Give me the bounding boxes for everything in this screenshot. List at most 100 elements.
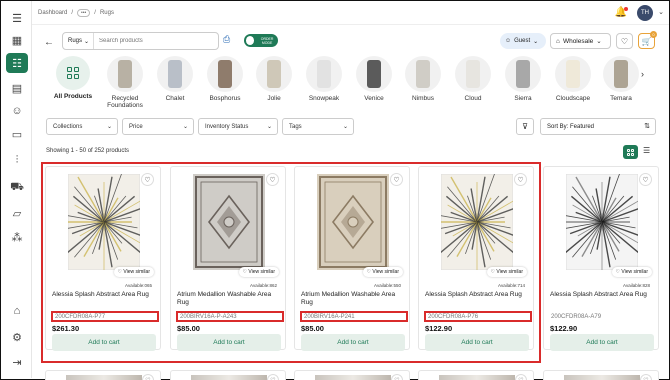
- product-image[interactable]: [305, 173, 401, 271]
- filter-label: Tags: [289, 123, 302, 130]
- view-similar-button[interactable]: ♡ View similar: [486, 267, 527, 277]
- category-cloud[interactable]: Cloud: [448, 56, 498, 102]
- view-similar-button[interactable]: ♡ View similar: [362, 267, 403, 277]
- heart-icon[interactable]: ♡: [142, 374, 154, 380]
- toggle-knob: [246, 36, 255, 45]
- tags-filter[interactable]: Tags ⌄: [282, 118, 354, 135]
- category-all-products[interactable]: All Products: [48, 56, 98, 100]
- product-image[interactable]: [429, 173, 525, 271]
- heart-icon[interactable]: ♡: [391, 374, 403, 380]
- view-similar-label: View similar: [621, 269, 648, 275]
- heart-icon[interactable]: ♡: [640, 374, 652, 380]
- settings-sliders-icon[interactable]: ⫶: [8, 151, 26, 169]
- chevron-down-icon: ⌄: [596, 38, 602, 45]
- category-chalet[interactable]: Chalet: [150, 56, 200, 102]
- category-venice[interactable]: Venice: [349, 56, 399, 102]
- product-sku: 200BIRV16A-P241: [300, 311, 408, 322]
- inventory-status-filter[interactable]: Inventory Status ⌄: [198, 118, 278, 135]
- product-title[interactable]: Alessia Splash Abstract Area Rug: [52, 291, 158, 299]
- rug-roll-thumbnail: [516, 60, 530, 88]
- category-jolie[interactable]: Jolie: [249, 56, 299, 102]
- category-label: Nimbus: [411, 95, 435, 102]
- breadcrumb: Dashboard / ••• / Rugs: [38, 9, 114, 17]
- collections-filter[interactable]: Collections ⌄: [46, 118, 118, 135]
- category-temara[interactable]: Temara: [596, 56, 646, 102]
- category-label: All Products: [53, 93, 93, 100]
- price-filter[interactable]: Price ⌄: [122, 118, 194, 135]
- category-bosphorus[interactable]: Bosphorus: [200, 56, 250, 102]
- chevron-down-icon[interactable]: ⌄: [658, 8, 664, 16]
- orders-icon[interactable]: ▤: [8, 79, 26, 97]
- menu-icon[interactable]: ☰: [8, 9, 26, 27]
- view-similar-button[interactable]: ♡ View similar: [238, 267, 279, 277]
- add-to-cart-button[interactable]: Add to cart: [550, 334, 654, 351]
- category-label: Chalet: [165, 95, 185, 102]
- integrations-icon[interactable]: ⁂: [8, 228, 26, 246]
- category-cloudscape[interactable]: Cloudscape: [548, 56, 598, 102]
- breadcrumb-ellipsis[interactable]: •••: [77, 9, 91, 17]
- breadcrumb-dashboard[interactable]: Dashboard: [38, 10, 67, 16]
- heart-icon[interactable]: ♡: [141, 173, 154, 186]
- dashboard-icon[interactable]: ▦: [8, 31, 26, 49]
- heart-icon[interactable]: ♡: [514, 173, 527, 186]
- list-view-icon[interactable]: ☰: [643, 146, 650, 155]
- product-image[interactable]: [554, 173, 650, 271]
- add-to-cart-button[interactable]: Add to cart: [52, 334, 156, 351]
- product-card[interactable]: ♡ ♡ View similar Available:828 Alessia S…: [543, 166, 659, 351]
- heart-icon[interactable]: ♡: [639, 173, 652, 186]
- logout-icon[interactable]: ⇥: [8, 353, 26, 371]
- store-icon[interactable]: ⌂: [8, 302, 26, 320]
- gear-icon[interactable]: ⚙: [8, 328, 26, 346]
- chevron-down-icon: ⌄: [266, 124, 272, 130]
- product-title[interactable]: Alessia Splash Abstract Area Rug: [425, 291, 531, 299]
- cart-icon[interactable]: 🛒 0: [638, 31, 657, 49]
- view-similar-button[interactable]: ♡ View similar: [113, 267, 154, 277]
- sort-select[interactable]: Sort By: Featured ⇅: [540, 118, 656, 135]
- heart-icon[interactable]: ♡: [266, 173, 279, 186]
- product-card[interactable]: ♡ ♡ View similar Available:862 Atrium Me…: [170, 166, 286, 351]
- add-to-cart-button[interactable]: Add to cart: [425, 334, 529, 351]
- top-bar: Dashboard / ••• / Rugs 🔔 TH ⌄: [32, 1, 669, 25]
- folder-icon[interactable]: ▱: [8, 204, 26, 222]
- grid-view-button[interactable]: [623, 145, 638, 159]
- product-image[interactable]: [56, 173, 152, 271]
- catalog-icon[interactable]: ☷: [6, 53, 28, 73]
- filter-label: Inventory Status: [205, 123, 249, 130]
- payments-icon[interactable]: ▭: [8, 125, 26, 143]
- category-nimbus[interactable]: Nimbus: [398, 56, 448, 102]
- heart-icon[interactable]: ♡: [515, 374, 527, 380]
- heart-icon[interactable]: ♡: [267, 374, 279, 380]
- back-arrow-icon[interactable]: ←: [44, 37, 54, 48]
- product-title[interactable]: Atrium Medallion Washable Area Rug: [177, 291, 283, 307]
- visual-search-icon[interactable]: ⎙: [223, 34, 230, 45]
- wishlist-heart-icon[interactable]: ♡: [616, 33, 633, 49]
- shipping-icon[interactable]: ⛟: [8, 179, 26, 197]
- notification-bell-icon[interactable]: 🔔: [615, 7, 628, 18]
- product-title[interactable]: Atrium Medallion Washable Area Rug: [301, 291, 407, 307]
- add-to-cart-button[interactable]: Add to cart: [177, 334, 281, 351]
- category-label: Recycled Foundations: [107, 95, 143, 109]
- order-mode-toggle[interactable]: ORDER MODE: [244, 34, 278, 47]
- pricing-select[interactable]: ⌂ Wholesale ⌄: [550, 33, 611, 49]
- search-category-select[interactable]: Rugs ⌄: [63, 33, 95, 49]
- product-card[interactable]: ♡ ♡ View similar Available:714 Alessia S…: [418, 166, 534, 351]
- filter-funnel-icon[interactable]: ⊽: [516, 118, 534, 135]
- product-image[interactable]: [181, 173, 277, 271]
- product-card[interactable]: ♡ ♡ View similar Available:550 Atrium Me…: [294, 166, 410, 351]
- category-snowpeak[interactable]: Snowpeak: [299, 56, 349, 102]
- product-title[interactable]: Alessia Splash Abstract Area Rug: [550, 291, 656, 299]
- search-input[interactable]: [94, 38, 205, 44]
- store-icon: ⌂: [556, 37, 560, 45]
- view-similar-button[interactable]: ♡ View similar: [611, 267, 652, 277]
- heart-icon[interactable]: ♡: [390, 173, 403, 186]
- guest-select[interactable]: ☺ Guest ⌄: [500, 33, 546, 49]
- product-card[interactable]: ♡ ♡ View similar Available:065 Alessia S…: [45, 166, 161, 351]
- chevron-right-icon[interactable]: ›: [641, 69, 644, 79]
- category-recycled-foundations[interactable]: Recycled Foundations: [100, 56, 150, 109]
- search-category-label: Rugs: [68, 38, 83, 44]
- add-to-cart-button[interactable]: Add to cart: [301, 334, 405, 351]
- user-icon[interactable]: ☺: [8, 102, 26, 120]
- category-sierra[interactable]: Sierra: [498, 56, 548, 102]
- avatar[interactable]: TH: [637, 5, 653, 21]
- grid-icon: [627, 148, 634, 156]
